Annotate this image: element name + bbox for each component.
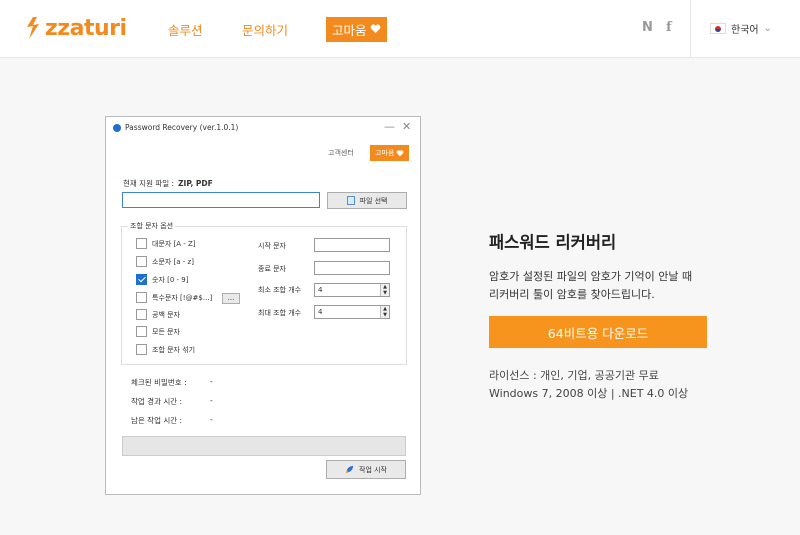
product-description: 암호가 설정된 파일의 암호가 기억이 안날 때 리커버리 툴이 암호를 찾아드… <box>489 268 692 304</box>
app-icon <box>113 123 121 132</box>
checked-passwords-label: 체크된 비밀번호 : <box>131 378 187 387</box>
checkbox-box-checked[interactable] <box>136 274 147 285</box>
naver-icon[interactable]: N <box>642 20 653 35</box>
checkbox-box[interactable] <box>136 326 147 337</box>
window-thanks-button[interactable]: 고마움 <box>370 145 410 161</box>
korea-flag-icon <box>710 23 726 34</box>
window-thanks-label: 고마움 <box>375 149 395 157</box>
checkbox-label: 특수문자 [!@#$...] <box>152 293 213 302</box>
start-task-button[interactable]: 작업 시작 <box>326 460 406 479</box>
nav-item-solution[interactable]: 솔루션 <box>168 0 203 58</box>
checkbox-digits[interactable]: 숫자 [0 - 9] <box>136 274 188 285</box>
elapsed-time-value: - <box>210 396 213 405</box>
checkbox-lowercase[interactable]: 소문자 [a - z] <box>136 256 194 267</box>
min-length-stepper[interactable]: 4 ▲ ▼ <box>314 283 390 297</box>
start-char-label: 시작 문자 <box>258 242 286 250</box>
site-logo[interactable]: zzaturi <box>24 12 127 44</box>
special-chars-button[interactable]: ... <box>222 293 240 304</box>
checkbox-label: 모든 문자 <box>152 327 180 336</box>
remaining-time-label: 남은 작업 시간 : <box>131 416 183 425</box>
checkbox-all[interactable]: 모든 문자 <box>136 326 180 337</box>
checkbox-box[interactable] <box>136 292 147 303</box>
window-title: Password Recovery (ver.1.0.1) <box>125 123 239 132</box>
close-icon[interactable]: ✕ <box>402 121 411 132</box>
description-line: 암호가 설정된 파일의 암호가 기억이 안날 때 <box>489 270 693 283</box>
checkbox-box[interactable] <box>136 256 147 267</box>
nav-item-thanks[interactable]: 고마움 <box>326 0 387 58</box>
heart-icon <box>370 24 380 34</box>
checkbox-special[interactable]: 특수문자 [!@#$...] <box>136 292 212 303</box>
nav-link-inquiry[interactable]: 문의하기 <box>242 20 288 39</box>
license-info: 라이선스 : 개인, 기업, 공공기관 무료 Windows 7, 2008 이… <box>489 367 688 403</box>
logo-text: zzaturi <box>45 15 127 41</box>
nav-item-inquiry[interactable]: 문의하기 <box>242 0 288 58</box>
checkbox-space[interactable]: 공백 문자 <box>136 309 180 320</box>
group-label: 조합 문자 옵션 <box>128 221 176 231</box>
remaining-time-value: - <box>210 415 213 424</box>
end-char-input[interactable] <box>314 261 390 275</box>
product-title: 패스워드 리커버리 <box>489 233 617 252</box>
end-char-label: 종료 문자 <box>258 265 286 273</box>
checkbox-label: 공백 문자 <box>152 310 180 319</box>
thanks-label: 고마움 <box>332 22 367 38</box>
minimize-icon[interactable]: — <box>384 121 395 132</box>
checkbox-box[interactable] <box>136 309 147 320</box>
start-task-label: 작업 시작 <box>359 465 387 474</box>
checkbox-box[interactable] <box>136 238 147 249</box>
max-length-value: 4 <box>318 308 323 316</box>
rocket-icon <box>345 465 354 474</box>
file-select-label: 파일 선택 <box>359 196 388 205</box>
help-center-link[interactable]: 고객센터 <box>328 148 354 158</box>
checkbox-uppercase[interactable]: 대문자 [A - Z] <box>136 238 196 249</box>
thanks-button[interactable]: 고마움 <box>326 16 387 42</box>
heart-icon <box>396 149 404 156</box>
stepper-arrows-icon[interactable]: ▲ ▼ <box>380 306 389 318</box>
requirements-line: Windows 7, 2008 이상 | .NET 4.0 이상 <box>489 387 689 400</box>
logo-mark-icon <box>27 17 39 39</box>
site-header: zzaturi 솔루션 문의하기 고마움 N f 한국어 ⌄ <box>0 0 800 58</box>
max-length-label: 최대 조합 개수 <box>258 309 302 317</box>
start-char-input[interactable] <box>314 238 390 252</box>
checkbox-label: 소문자 [a - z] <box>152 257 194 266</box>
checkbox-label: 숫자 [0 - 9] <box>152 275 189 284</box>
app-window-preview: Password Recovery (ver.1.0.1) — ✕ 고객센터 고… <box>105 116 421 495</box>
max-length-stepper[interactable]: 4 ▲ ▼ <box>314 305 390 319</box>
language-selector[interactable]: 한국어 ⌄ <box>710 21 772 36</box>
checkbox-box[interactable] <box>136 344 147 355</box>
chevron-down-icon: ⌄ <box>763 23 772 34</box>
checkbox-label: 대문자 [A - Z] <box>152 239 196 248</box>
window-titlebar: Password Recovery (ver.1.0.1) <box>113 123 238 132</box>
checkbox-label: 조합 문자 섞기 <box>152 345 196 354</box>
nav-link-solution[interactable]: 솔루션 <box>168 20 203 39</box>
supported-label: 현재 지원 파일 : <box>123 179 175 188</box>
download-64bit-button[interactable]: 64비트용 다운로드 <box>489 316 707 348</box>
file-path-input[interactable] <box>122 192 320 208</box>
supported-formats: ZIP, PDF <box>178 179 213 188</box>
progress-bar <box>122 436 406 456</box>
stepper-arrows-icon[interactable]: ▲ ▼ <box>380 284 389 296</box>
description-line: 리커버리 툴이 암호를 찾아드립니다. <box>489 288 655 301</box>
elapsed-time-label: 작업 경과 시간 : <box>131 397 183 406</box>
supported-files: 현재 지원 파일 : ZIP, PDF <box>123 178 213 189</box>
min-length-value: 4 <box>318 286 323 294</box>
language-label: 한국어 <box>731 25 759 36</box>
min-length-label: 최소 조합 개수 <box>258 286 302 294</box>
license-line: 라이선스 : 개인, 기업, 공공기관 무료 <box>489 369 659 382</box>
facebook-icon[interactable]: f <box>666 20 672 35</box>
checkbox-shuffle[interactable]: 조합 문자 섞기 <box>136 344 195 355</box>
checked-passwords-value: - <box>210 377 213 386</box>
header-divider <box>690 0 691 58</box>
file-select-button[interactable]: 파일 선택 <box>327 192 407 209</box>
file-icon <box>346 196 355 205</box>
